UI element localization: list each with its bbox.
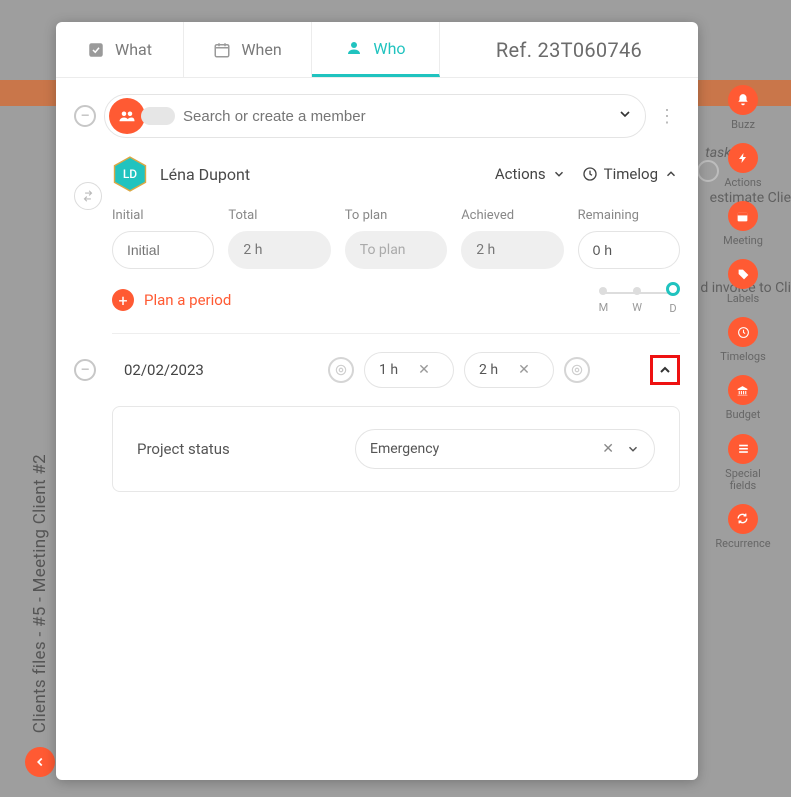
- bell-icon: [728, 85, 758, 115]
- timelog-label: Timelog: [604, 165, 658, 183]
- clear-icon[interactable]: ✕: [518, 362, 530, 378]
- person-icon: [345, 39, 363, 57]
- tabs: What When Who Ref. 23T060746: [56, 22, 698, 78]
- avatar-hex: LD: [112, 156, 148, 192]
- more-menu[interactable]: ⋮: [654, 106, 680, 127]
- status-value: Emergency: [370, 441, 439, 457]
- plan-period-button[interactable]: + Plan a period: [112, 289, 231, 311]
- rail-budget[interactable]: Budget: [726, 375, 761, 421]
- list-icon: [728, 434, 758, 464]
- plan-period-label: Plan a period: [144, 291, 231, 309]
- remaining-label: Remaining: [578, 208, 680, 223]
- chevron-down-icon[interactable]: [617, 106, 633, 126]
- calendar-icon: [728, 201, 758, 231]
- rail-label: Timelogs: [720, 351, 766, 363]
- tab-label: Who: [373, 39, 405, 58]
- chevron-up-icon: [657, 362, 673, 378]
- collapse-entry-button[interactable]: –: [74, 359, 96, 381]
- status-select[interactable]: Emergency ✕: [355, 429, 655, 469]
- member-search[interactable]: [104, 94, 646, 138]
- rail-special[interactable]: Special fields: [713, 434, 773, 492]
- total-value: 2 h: [228, 231, 330, 269]
- bolt-icon: [728, 143, 758, 173]
- back-button[interactable]: [25, 747, 55, 777]
- tab-when[interactable]: When: [184, 22, 312, 77]
- hours-value: 2 h: [479, 362, 498, 378]
- total-label: Total: [228, 208, 330, 223]
- clear-icon[interactable]: ✕: [418, 362, 430, 378]
- achieved-value: 2 h: [461, 231, 563, 269]
- member-name: Léna Dupont: [160, 165, 481, 184]
- divider: [112, 333, 680, 334]
- status-label: Project status: [137, 440, 337, 458]
- remaining-input[interactable]: [578, 231, 680, 269]
- chevron-down-icon: [552, 167, 566, 181]
- toplan-value: To plan: [345, 231, 447, 269]
- rail-recurrence[interactable]: Recurrence: [715, 504, 770, 550]
- task-modal: What When Who Ref. 23T060746 –: [56, 22, 698, 780]
- clock-icon: [582, 166, 598, 182]
- reference-number: Ref. 23T060746: [440, 22, 698, 77]
- rail-label: Recurrence: [715, 538, 770, 550]
- member-toggle[interactable]: [141, 107, 175, 125]
- initial-input[interactable]: [112, 231, 214, 269]
- rail-label: Budget: [726, 409, 761, 421]
- chevron-down-icon[interactable]: [626, 442, 640, 456]
- tab-label: When: [241, 40, 281, 59]
- checkbox-icon: [87, 41, 105, 59]
- chevron-up-icon: [664, 167, 678, 181]
- clock-icon: [728, 317, 758, 347]
- calendar-icon: [213, 41, 231, 59]
- right-rail: Buzz Actions Meeting Labels Timelogs Bud…: [713, 85, 773, 550]
- rail-label: Actions: [724, 177, 761, 189]
- hours-input-1[interactable]: 1 h ✕: [364, 352, 454, 388]
- search-input[interactable]: [183, 108, 609, 125]
- status-panel: Project status Emergency ✕: [112, 406, 680, 492]
- granularity-day[interactable]: D: [666, 285, 680, 315]
- clear-icon[interactable]: ✕: [602, 441, 614, 457]
- left-rail: Clients files - #5 - Meeting Client #2: [25, 454, 55, 777]
- refresh-icon: [728, 504, 758, 534]
- granularity-week[interactable]: W: [632, 287, 642, 314]
- actions-label: Actions: [495, 165, 546, 183]
- actions-dropdown[interactable]: Actions: [493, 161, 568, 187]
- rail-actions[interactable]: Actions: [724, 143, 761, 189]
- rail-label: Labels: [727, 293, 759, 305]
- timelog-dropdown[interactable]: Timelog: [580, 161, 680, 187]
- collapse-details-button[interactable]: [650, 355, 680, 385]
- hours-input-2[interactable]: 2 h ✕: [464, 352, 554, 388]
- plus-icon: +: [112, 289, 134, 311]
- collapse-search-button[interactable]: –: [74, 105, 96, 127]
- target-icon-left[interactable]: [328, 357, 354, 383]
- rail-label: Meeting: [723, 235, 763, 247]
- bank-icon: [728, 375, 758, 405]
- granularity-month[interactable]: M: [599, 287, 609, 314]
- target-icon-right[interactable]: [564, 357, 590, 383]
- avatar-initials: LD: [123, 167, 137, 181]
- granularity-slider[interactable]: M W D: [599, 285, 680, 315]
- hours-value: 1 h: [379, 362, 398, 378]
- achieved-label: Achieved: [461, 208, 563, 223]
- tab-who[interactable]: Who: [312, 22, 440, 77]
- rail-meeting[interactable]: Meeting: [723, 201, 763, 247]
- tab-what[interactable]: What: [56, 22, 184, 77]
- group-icon: [109, 98, 145, 134]
- rail-buzz[interactable]: Buzz: [728, 85, 758, 131]
- toplan-label: To plan: [345, 208, 447, 223]
- tab-label: What: [115, 40, 152, 59]
- initial-label: Initial: [112, 208, 214, 223]
- entry-date[interactable]: 02/02/2023: [124, 361, 234, 379]
- rail-label: Buzz: [731, 119, 755, 131]
- swap-button[interactable]: [74, 182, 102, 210]
- rail-labels[interactable]: Labels: [727, 259, 759, 305]
- rail-label: Special fields: [713, 468, 773, 492]
- tag-icon: [728, 259, 758, 289]
- breadcrumb-vertical: Clients files - #5 - Meeting Client #2: [30, 454, 50, 733]
- rail-timelogs[interactable]: Timelogs: [720, 317, 766, 363]
